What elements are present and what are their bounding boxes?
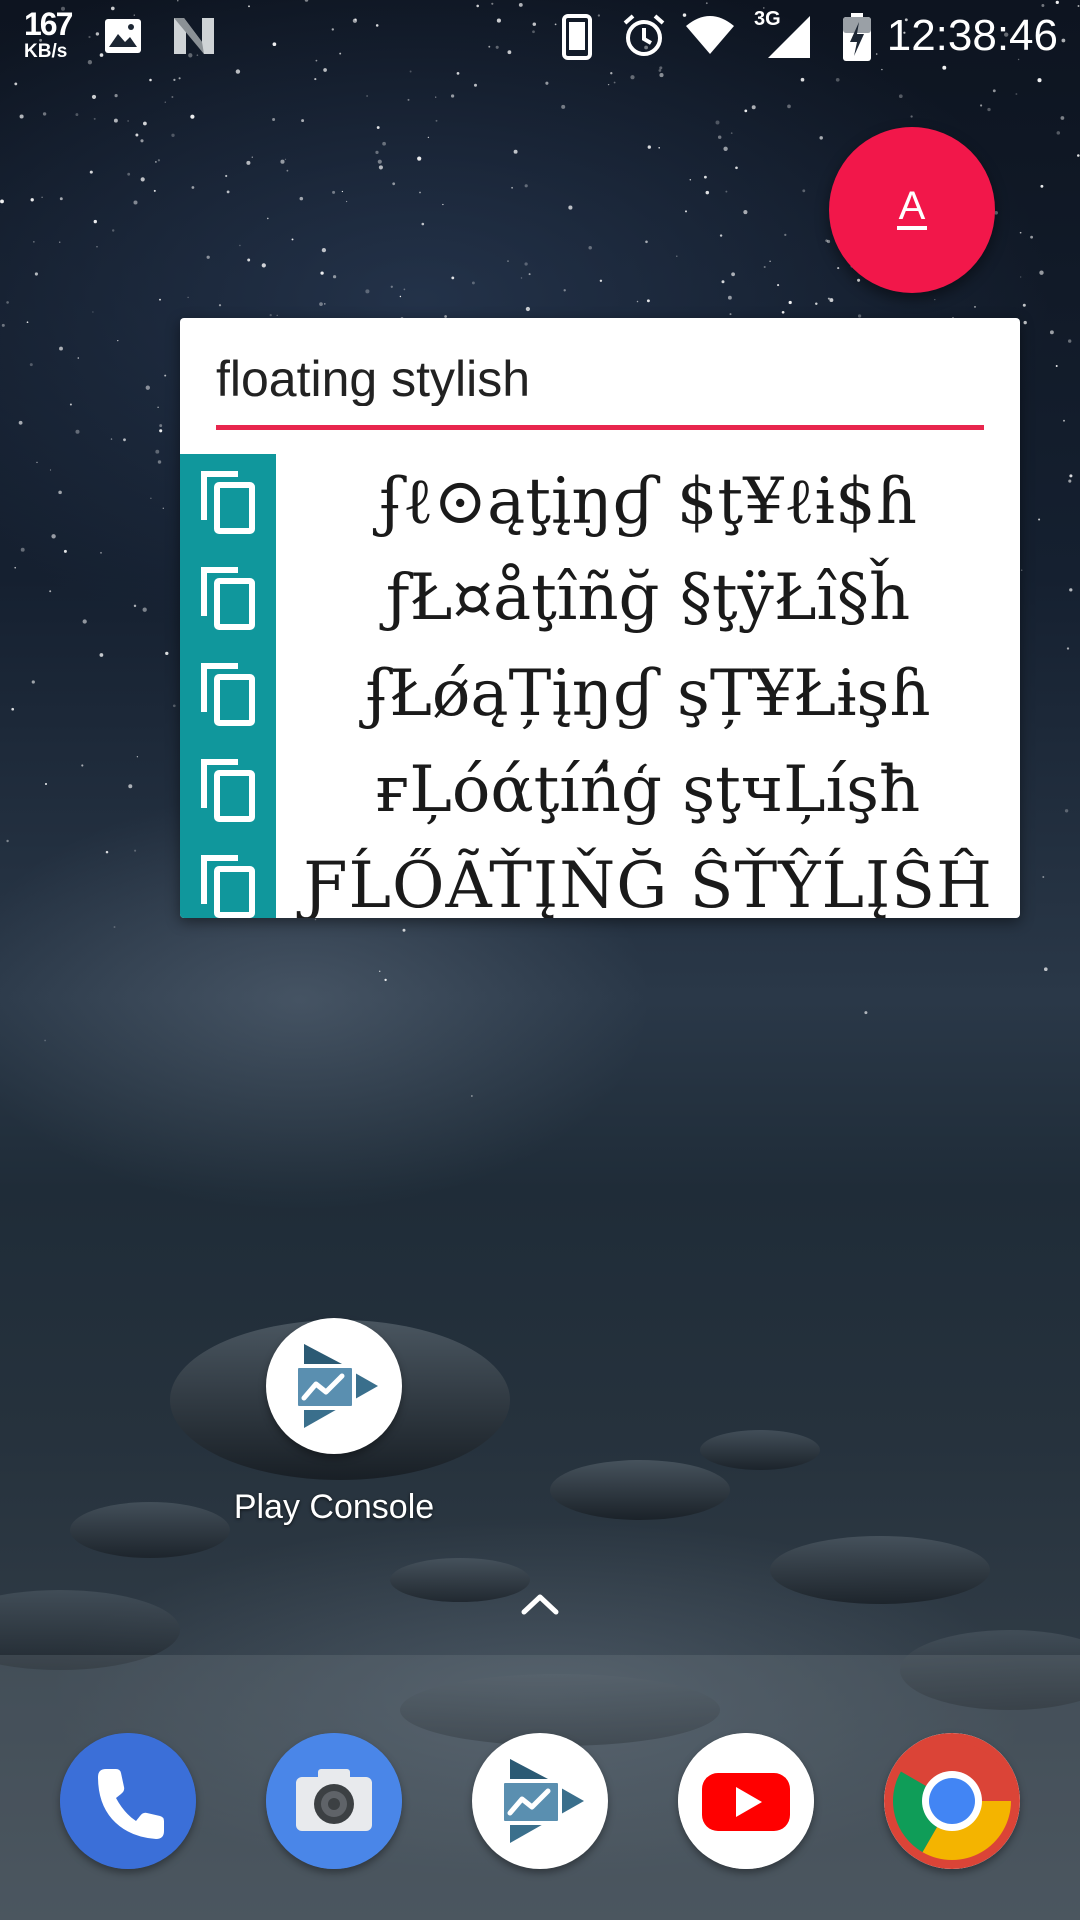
copy-icon <box>201 567 255 630</box>
dock-app-phone[interactable] <box>60 1733 196 1869</box>
battery-charging-icon <box>843 13 871 61</box>
copy-icon <box>201 759 255 822</box>
chrome-icon <box>884 1733 1020 1869</box>
dock <box>0 1655 1080 1920</box>
phone-icon <box>60 1733 196 1869</box>
stylish-results-list: ʄℓ⊙ąţįŋɠ $ţ¥ℓɨ$ɦ ƒŁ¤åţîñğ §ţÿŁî§ȟ ʄŁǿąȚį… <box>180 454 1020 918</box>
wifi-icon <box>686 16 734 54</box>
home-screen: 167 KB/s 3G 12:38:46 A floating stylish … <box>0 0 1080 1920</box>
chevron-up-icon <box>521 1594 559 1615</box>
fab-label: A <box>896 184 928 230</box>
copy-icon <box>201 855 255 918</box>
play-console-icon <box>500 1759 584 1843</box>
result-row: ʄℓ⊙ąţįŋɠ $ţ¥ℓɨ$ɦ <box>180 454 1020 550</box>
net-speed-value: 167 <box>24 6 73 42</box>
status-bar-clock: 12:38:46 <box>886 11 1058 60</box>
floating-style-button[interactable]: A <box>829 127 995 293</box>
cell-signal-icon <box>768 16 810 58</box>
app-label: Play Console <box>233 1488 435 1526</box>
net-speed-unit: KB/s <box>24 41 68 62</box>
result-text[interactable]: ʄŁǿąȚįŋɠ şȚ¥Łɨşɦ <box>276 646 1020 742</box>
alarm-icon <box>623 14 665 56</box>
dock-app-play-console[interactable] <box>472 1733 608 1869</box>
input-underline <box>216 425 984 430</box>
result-row: ƒŁ¤åţîñğ §ţÿŁî§ȟ <box>180 550 1020 646</box>
text-input[interactable] <box>216 352 984 406</box>
result-row: ғĻóάţíń̍ģ şţчĻíşħ <box>180 742 1020 838</box>
copy-button[interactable] <box>180 838 276 918</box>
n-notification-icon <box>174 18 214 54</box>
result-text[interactable]: ғĻóάţíń̍ģ şţчĻíşħ <box>276 742 1020 838</box>
youtube-icon <box>678 1733 814 1869</box>
camera-icon <box>266 1733 402 1869</box>
floating-stylish-panel: ʄℓ⊙ąţįŋɠ $ţ¥ℓɨ$ɦ ƒŁ¤åţîñğ §ţÿŁî§ȟ <box>180 318 1020 918</box>
copy-button[interactable] <box>180 646 276 742</box>
result-text[interactable]: ʄℓ⊙ąţįŋɠ $ţ¥ℓɨ$ɦ <box>276 454 1020 550</box>
home-app-play-console[interactable]: Play Console <box>226 1316 446 1536</box>
all-apps-button[interactable] <box>516 1586 564 1622</box>
result-text[interactable]: ƑĹŐÃŤĮŇĞ ŜŤŶĹĮŜĤ <box>276 838 1020 918</box>
status-bar: 167 KB/s 3G 12:38:46 <box>0 0 1080 72</box>
copy-button[interactable] <box>180 742 276 838</box>
result-text[interactable]: ƒŁ¤åţîñğ §ţÿŁî§ȟ <box>276 550 1020 646</box>
copy-button[interactable] <box>180 454 276 550</box>
image-icon <box>105 19 141 53</box>
phone-portrait-icon <box>562 14 592 60</box>
result-row: ƑĹŐÃŤĮŇĞ ŜŤŶĹĮŜĤ <box>180 838 1020 918</box>
dock-app-camera[interactable] <box>266 1733 402 1869</box>
dock-app-youtube[interactable] <box>678 1733 814 1869</box>
play-console-icon <box>266 1318 402 1454</box>
dock-app-chrome[interactable] <box>884 1733 1020 1869</box>
result-row: ʄŁǿąȚįŋɠ şȚ¥Łɨşɦ <box>180 646 1020 742</box>
copy-icon <box>201 663 255 726</box>
copy-icon <box>201 471 255 534</box>
copy-button[interactable] <box>180 550 276 646</box>
